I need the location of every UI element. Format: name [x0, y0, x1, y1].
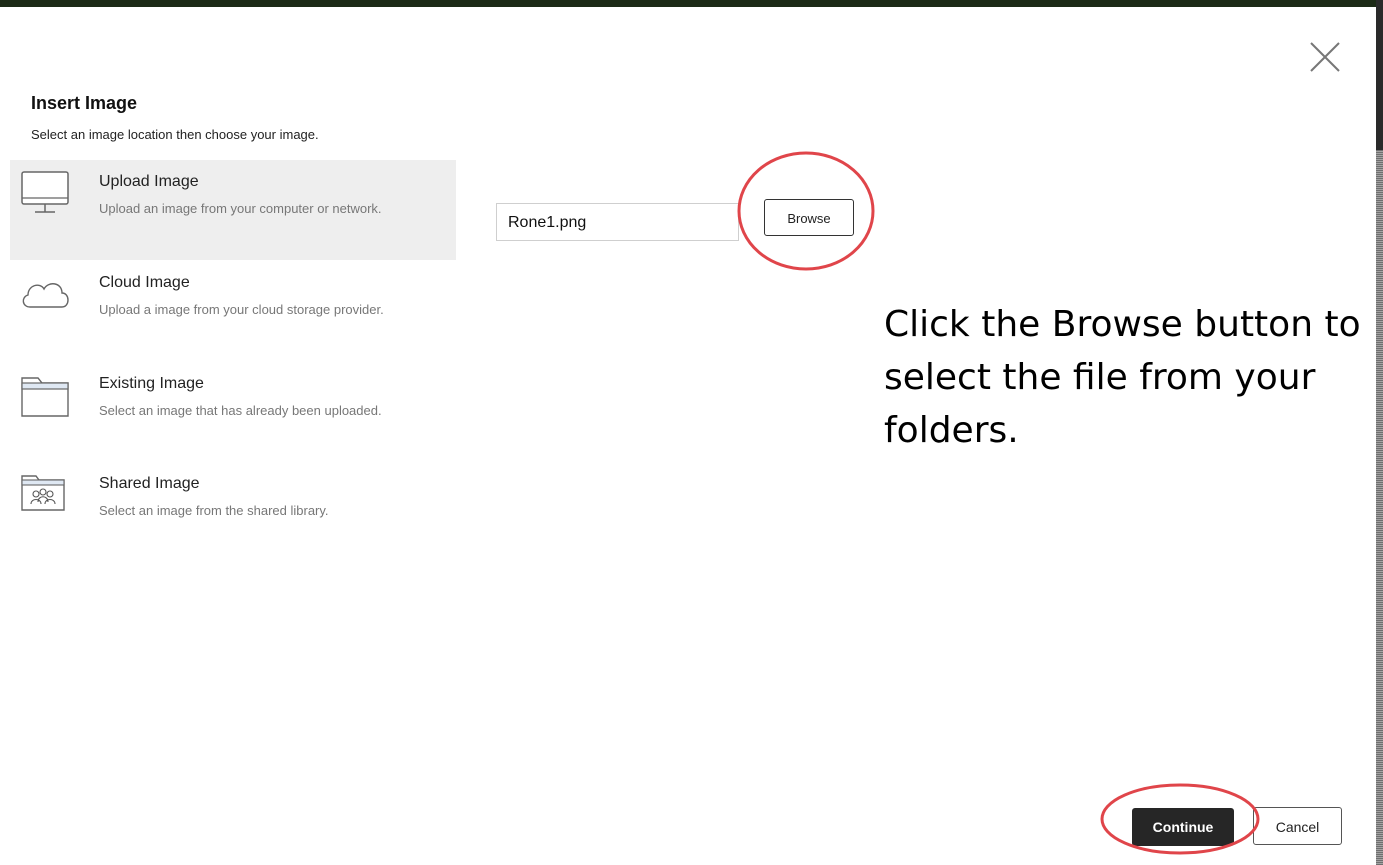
cancel-button[interactable]: Cancel [1253, 807, 1342, 845]
file-name-field[interactable]: Rone1.png [496, 203, 739, 241]
dialog-title: Insert Image [31, 93, 138, 113]
window-top-edge [0, 0, 1383, 7]
monitor-icon [20, 170, 70, 216]
option-cloud-image-desc: Upload a image from your cloud storage p… [99, 302, 384, 317]
folder-icon [20, 372, 70, 418]
option-upload-image-desc: Upload an image from your computer or ne… [99, 201, 382, 216]
close-icon[interactable] [1305, 37, 1345, 77]
shared-folder-icon [20, 472, 70, 518]
option-cloud-image-name: Cloud Image [99, 274, 190, 291]
option-upload-image[interactable]: Upload Image Upload an image from your c… [10, 160, 456, 260]
continue-button[interactable]: Continue [1132, 808, 1234, 846]
option-shared-image[interactable]: Shared Image Select an image from the sh… [10, 462, 456, 562]
option-existing-image-name: Existing Image [99, 375, 204, 392]
browse-button[interactable]: Browse [764, 199, 854, 236]
background-edge-dark [1376, 0, 1383, 150]
option-shared-image-desc: Select an image from the shared library. [99, 503, 329, 518]
cloud-icon [20, 271, 70, 317]
option-shared-image-name: Shared Image [99, 475, 200, 492]
option-upload-image-name: Upload Image [99, 173, 199, 190]
option-existing-image[interactable]: Existing Image Select an image that has … [10, 362, 456, 462]
option-existing-image-desc: Select an image that has already been up… [99, 403, 382, 418]
instruction-text: Click the Browse button to select the fi… [884, 304, 1361, 451]
insert-image-dialog: Insert Image Select an image location th… [0, 7, 1376, 865]
dialog-subtitle: Select an image location then choose you… [31, 127, 319, 142]
option-cloud-image[interactable]: Cloud Image Upload a image from your clo… [10, 261, 456, 361]
